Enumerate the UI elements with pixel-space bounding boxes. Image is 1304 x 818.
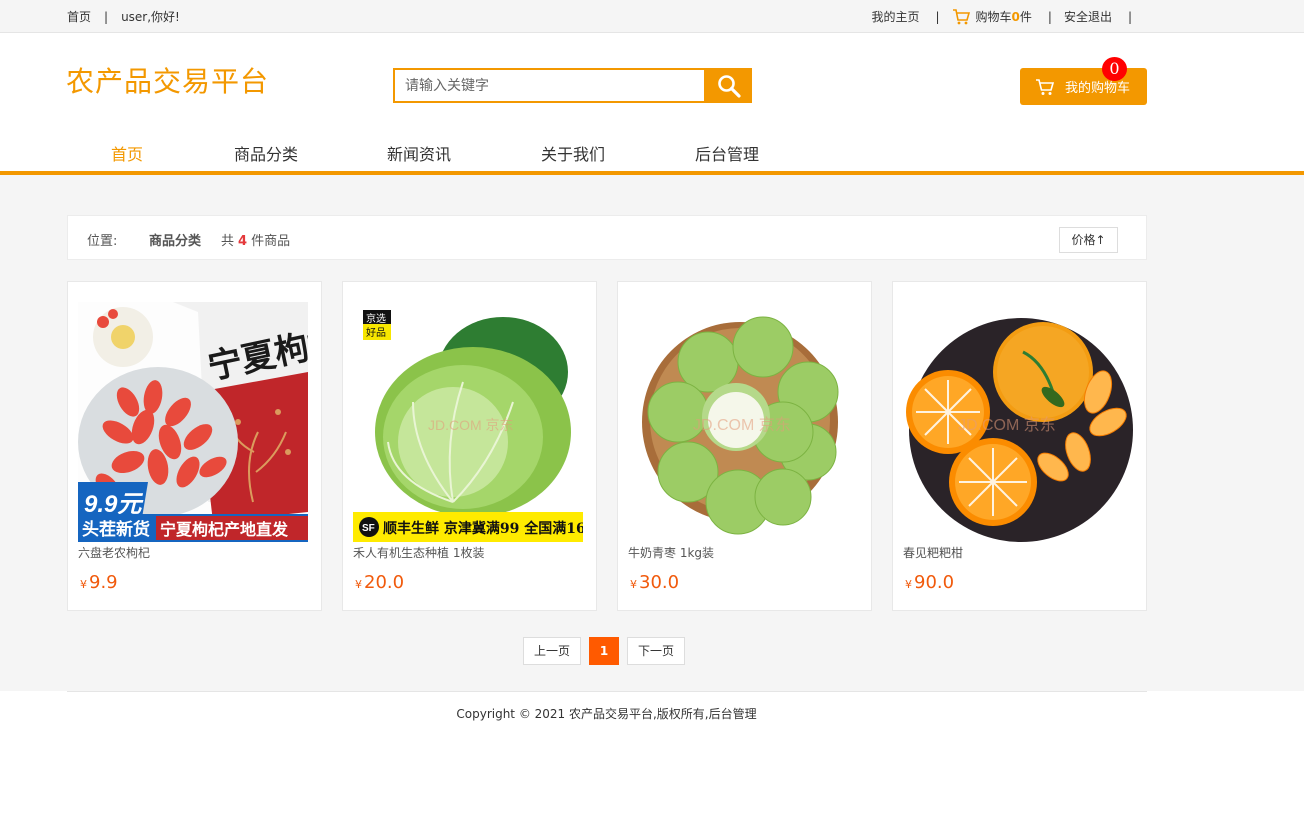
cabbage-tag-1: 京选 [366,312,386,325]
product-card[interactable]: JD.COM 京东 春见粑粑柑 ¥90.0 [892,281,1147,611]
product-count: 共 4 件商品 [221,230,290,249]
product-price: ¥20.0 [355,572,404,593]
footer-divider [67,691,1147,692]
currency-symbol: ¥ [630,578,637,591]
cart-icon [1036,78,1055,95]
goji-promo-price: 9.9元 [84,491,144,518]
watermark-text: JD.COM 京东 [693,416,791,434]
product-price: ¥90.0 [905,572,954,593]
product-name[interactable]: 春见粑粑柑 [903,544,963,561]
currency-symbol: ¥ [355,578,362,591]
product-card[interactable]: 京选 好品 JD.COM 京东 SF 顺丰生鲜 京津冀满99 全国满16 禾人有… [342,281,597,611]
top-cart-suffix: 件 [1019,10,1032,24]
count-suffix: 件商品 [251,234,291,249]
next-page-button[interactable]: 下一页 [627,637,685,665]
breadcrumb-label: 位置: [87,234,118,249]
product-image-cabbage[interactable]: 京选 好品 JD.COM 京东 SF 顺丰生鲜 京津冀满99 全国满16 [353,302,583,542]
watermark-text: JD.COM 京东 [958,416,1056,434]
watermark-text: JD.COM 京东 [428,417,514,433]
nav-item-admin[interactable]: 后台管理 [695,141,759,165]
top-bar-left: 首页 | user,你好! [67,8,180,25]
my-cart-button[interactable]: 我的购物车 [1020,68,1147,105]
price-value: 90.0 [914,572,955,593]
price-sort-button[interactable]: 价格↑ [1059,227,1118,253]
breadcrumb-category[interactable]: 商品分类 [149,230,201,249]
product-card[interactable]: JD.COM 京东 牛奶青枣 1kg装 ¥30.0 [617,281,872,611]
price-value: 30.0 [639,572,680,593]
cart-count-badge: 0 [1102,57,1127,81]
main-nav: 首页 商品分类 新闻资讯 关于我们 后台管理 [0,137,1304,175]
nav-item-news[interactable]: 新闻资讯 [387,141,451,165]
product-name[interactable]: 牛奶青枣 1kg装 [628,544,714,561]
search-input[interactable] [393,68,706,103]
price-value: 20.0 [364,572,405,593]
top-cart-label: 购物车 [975,10,1012,24]
cabbage-banner: 顺丰生鲜 京津冀满99 全国满168包邮 [383,520,583,537]
currency-symbol: ¥ [905,578,912,591]
divider: | [1047,9,1052,24]
product-image-goji[interactable]: 宁夏枸杞 9.9元 头茬新货 宁夏枸杞产地直发 [78,302,308,542]
nav-item-about[interactable]: 关于我们 [541,141,605,165]
count-number: 4 [238,234,248,249]
search-bar [393,68,752,103]
product-name[interactable]: 禾人有机生态种植 1枚装 [353,544,484,561]
prev-page-button[interactable]: 上一页 [523,637,581,665]
cabbage-tag-2: 好品 [366,327,386,339]
top-home-link[interactable]: 首页 [67,8,91,25]
product-name[interactable]: 六盘老农枸杞 [78,544,150,561]
svg-text:SF: SF [362,523,375,534]
currency-symbol: ¥ [80,578,87,591]
product-price: ¥9.9 [80,572,118,593]
user-greeting: user,你好! [121,10,180,24]
goji-promo-new: 头茬新货 [82,519,150,540]
search-button[interactable] [706,68,752,103]
my-home-link[interactable]: 我的主页 [871,8,919,25]
divider: | [1127,9,1132,24]
nav-item-home[interactable]: 首页 [111,141,143,165]
product-card[interactable]: 宁夏枸杞 9.9元 头茬新货 宁夏枸杞产地直发 六盘老农枸杞 ¥ 9.9 [67,281,322,611]
breadcrumb-bar: 位置: 商品分类 共 4 件商品 价格↑ [67,215,1147,260]
price-value: 9.9 [89,572,118,593]
my-cart-label: 我的购物车 [1065,81,1131,96]
current-page[interactable]: 1 [589,637,619,665]
product-image-jujube[interactable]: JD.COM 京东 [628,302,858,542]
top-cart-link[interactable]: 购物车 0 件 [952,8,1032,25]
logout-link[interactable]: 安全退出 [1064,8,1112,25]
divider: | [104,9,109,24]
product-grid: 宁夏枸杞 9.9元 头茬新货 宁夏枸杞产地直发 六盘老农枸杞 ¥ 9.9 京选 … [67,281,1147,611]
product-price: ¥30.0 [630,572,679,593]
top-bar-right: 我的主页 | 购物车 0 件 | 安全退出 | [871,8,1144,25]
main-content: 位置: 商品分类 共 4 件商品 价格↑ 宁夏枸杞 9.9元 头茬新货 宁夏枸杞… [0,175,1304,691]
site-logo[interactable]: 农产品交易平台 [66,60,269,100]
product-image-tangerine[interactable]: JD.COM 京东 [903,302,1133,542]
top-cart-count: 0 [1011,9,1020,24]
top-bar: 首页 | user,你好! 我的主页 | 购物车 0 件 | 安全退出 | [0,0,1304,33]
count-prefix: 共 [221,234,235,249]
search-icon [718,74,741,98]
nav-item-categories[interactable]: 商品分类 [234,141,298,165]
goji-promo-origin: 宁夏枸杞产地直发 [160,520,289,539]
cart-icon [952,8,970,24]
copyright-text: Copyright © 2021 农产品交易平台,版权所有,后台管理 [456,707,757,721]
divider: | [935,9,940,24]
pagination: 上一页 1 下一页 [0,637,1304,665]
